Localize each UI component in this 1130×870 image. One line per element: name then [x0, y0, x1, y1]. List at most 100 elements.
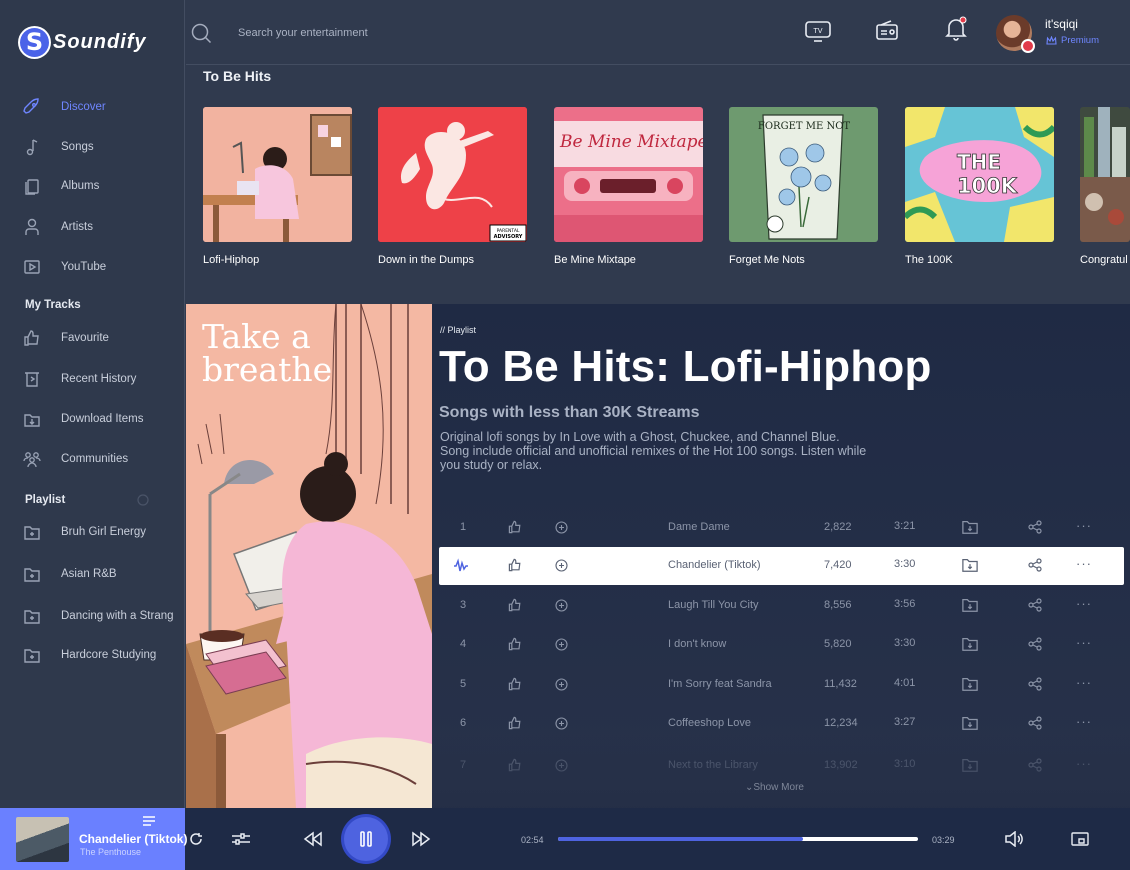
- svg-text:TV: TV: [812, 27, 822, 35]
- share-icon[interactable]: [1028, 758, 1042, 772]
- sidebar-item-youtube[interactable]: YouTube: [22, 256, 182, 278]
- album-card[interactable]: FORGET ME NOT Forget Me Nots: [729, 107, 878, 266]
- artwork-title: Take a breathe: [202, 317, 333, 389]
- sidebar-playlist-item[interactable]: Asian R&B: [22, 563, 182, 585]
- sidebar-playlist-item[interactable]: Bruh Girl Energy: [22, 521, 182, 543]
- thumbs-up-icon[interactable]: [507, 757, 523, 773]
- sidebar-item-recent-history[interactable]: Recent History: [22, 368, 182, 390]
- progress-bar[interactable]: [558, 837, 918, 841]
- search-icon[interactable]: [190, 22, 212, 44]
- download-icon[interactable]: [961, 715, 979, 731]
- sidebar-item-communities[interactable]: Communities: [22, 448, 182, 470]
- more-options-icon[interactable]: ···: [1076, 518, 1092, 533]
- album-cover: [203, 107, 352, 242]
- track-row[interactable]: 3 Laugh Till You City 8,556 3:56 ···: [439, 587, 1124, 625]
- folder-icon: [24, 568, 40, 582]
- svg-text:THE: THE: [957, 150, 1001, 174]
- thumbs-up-icon[interactable]: [507, 557, 523, 573]
- sidebar-item-songs[interactable]: Songs: [22, 136, 182, 158]
- sidebar-playlist-item[interactable]: Dancing with a Strang: [22, 605, 182, 627]
- now-playing[interactable]: Chandelier (Tiktok) The Penthouse: [0, 808, 187, 870]
- album-card[interactable]: Be Mine Mixtape Be Mine Mixtape: [554, 107, 703, 266]
- app-logo[interactable]: S Soundify: [18, 26, 147, 59]
- add-circle-icon[interactable]: [555, 759, 568, 772]
- track-row[interactable]: 6 Coffeeshop Love 12,234 3:27 ···: [439, 705, 1124, 743]
- more-options-icon[interactable]: ···: [1076, 596, 1092, 611]
- radio-icon[interactable]: [875, 19, 899, 41]
- fast-forward-icon[interactable]: [411, 831, 431, 847]
- download-icon[interactable]: [961, 636, 979, 652]
- equalizer-icon[interactable]: [231, 832, 251, 846]
- search-input[interactable]: [238, 24, 498, 42]
- repeat-icon[interactable]: [189, 832, 203, 846]
- download-icon[interactable]: [961, 519, 979, 535]
- more-options-icon[interactable]: ···: [1076, 714, 1092, 729]
- avatar[interactable]: [996, 15, 1035, 53]
- share-icon[interactable]: [1028, 558, 1042, 572]
- track-number: 3: [459, 599, 467, 611]
- track-row[interactable]: 5 I'm Sorry feat Sandra 11,432 4:01 ···: [439, 666, 1124, 704]
- more-options-icon[interactable]: ···: [1076, 556, 1092, 571]
- person-icon: [25, 218, 39, 235]
- download-icon[interactable]: [961, 557, 979, 573]
- more-options-icon[interactable]: ···: [1076, 675, 1092, 690]
- thumbs-up-icon[interactable]: [507, 676, 523, 692]
- queue-icon[interactable]: [142, 815, 156, 827]
- track-plays: 5,820: [824, 638, 852, 650]
- add-circle-icon[interactable]: [555, 717, 568, 730]
- thumbs-up-icon[interactable]: [507, 597, 523, 613]
- notification-bell-icon[interactable]: [944, 16, 968, 42]
- thumbs-up-icon[interactable]: [507, 519, 523, 535]
- share-icon[interactable]: [1028, 598, 1042, 612]
- album-card[interactable]: THE 100K The 100K: [905, 107, 1054, 266]
- sidebar-item-download-items[interactable]: Download Items: [22, 408, 182, 430]
- volume-icon[interactable]: [1004, 831, 1024, 847]
- track-row-active[interactable]: Chandelier (Tiktok) 7,420 3:30 ···: [439, 547, 1124, 585]
- pause-button[interactable]: [344, 817, 388, 861]
- track-title: Dame Dame: [668, 521, 730, 533]
- add-circle-icon[interactable]: [555, 559, 568, 572]
- thumbs-up-icon[interactable]: [507, 715, 523, 731]
- add-circle-icon[interactable]: [555, 638, 568, 651]
- sidebar-item-artists[interactable]: Artists: [22, 216, 182, 238]
- rewind-icon[interactable]: [303, 831, 323, 847]
- track-row[interactable]: 7 Next to the Library 13,902 3:10 ···: [439, 747, 1124, 785]
- album-card[interactable]: Lofi-Hiphop: [203, 107, 352, 266]
- track-row[interactable]: 4 I don't know 5,820 3:30 ···: [439, 626, 1124, 664]
- sidebar-playlist-item[interactable]: Hardcore Studying: [22, 644, 182, 666]
- album-name: Be Mine Mixtape: [554, 254, 636, 266]
- track-number: 1: [459, 521, 467, 533]
- share-icon[interactable]: [1028, 637, 1042, 651]
- add-circle-icon[interactable]: [555, 678, 568, 691]
- track-duration: 3:21: [894, 520, 916, 532]
- add-playlist-icon[interactable]: [137, 494, 149, 506]
- sidebar-item-favourite[interactable]: Favourite: [22, 327, 182, 349]
- thumbs-up-icon: [24, 330, 39, 346]
- album-cover: [1080, 107, 1130, 242]
- album-card[interactable]: Congratul: [1080, 107, 1130, 266]
- sidebar-item-albums[interactable]: Albums: [22, 175, 182, 197]
- album-card[interactable]: PARENTAL ADVISORY Down in the Dumps: [378, 107, 527, 266]
- add-circle-icon[interactable]: [555, 599, 568, 612]
- share-icon[interactable]: [1028, 520, 1042, 534]
- download-icon[interactable]: [961, 676, 979, 692]
- track-duration: 3:10: [894, 758, 916, 770]
- thumbs-up-icon[interactable]: [507, 636, 523, 652]
- sidebar-item-discover[interactable]: Discover: [22, 96, 182, 118]
- miniplayer-icon[interactable]: [1071, 832, 1089, 846]
- share-icon[interactable]: [1028, 716, 1042, 730]
- download-icon[interactable]: [961, 597, 979, 613]
- now-playing-artist: The Penthouse: [80, 847, 142, 857]
- crown-icon: [1046, 36, 1057, 45]
- share-icon[interactable]: [1028, 677, 1042, 691]
- download-icon[interactable]: [961, 757, 979, 773]
- add-circle-icon[interactable]: [555, 521, 568, 534]
- playlist-description: Original lofi songs by In Love with a Gh…: [440, 430, 867, 472]
- more-options-icon[interactable]: ···: [1076, 756, 1092, 771]
- show-more-button[interactable]: ⌄Show More: [745, 782, 804, 793]
- section-playlist: Playlist: [25, 494, 66, 506]
- sidebar-item-label: YouTube: [61, 261, 107, 273]
- more-options-icon[interactable]: ···: [1076, 635, 1092, 650]
- track-row[interactable]: 1 Dame Dame 2,822 3:21 ···: [439, 509, 1124, 547]
- tv-icon[interactable]: TV: [805, 20, 831, 42]
